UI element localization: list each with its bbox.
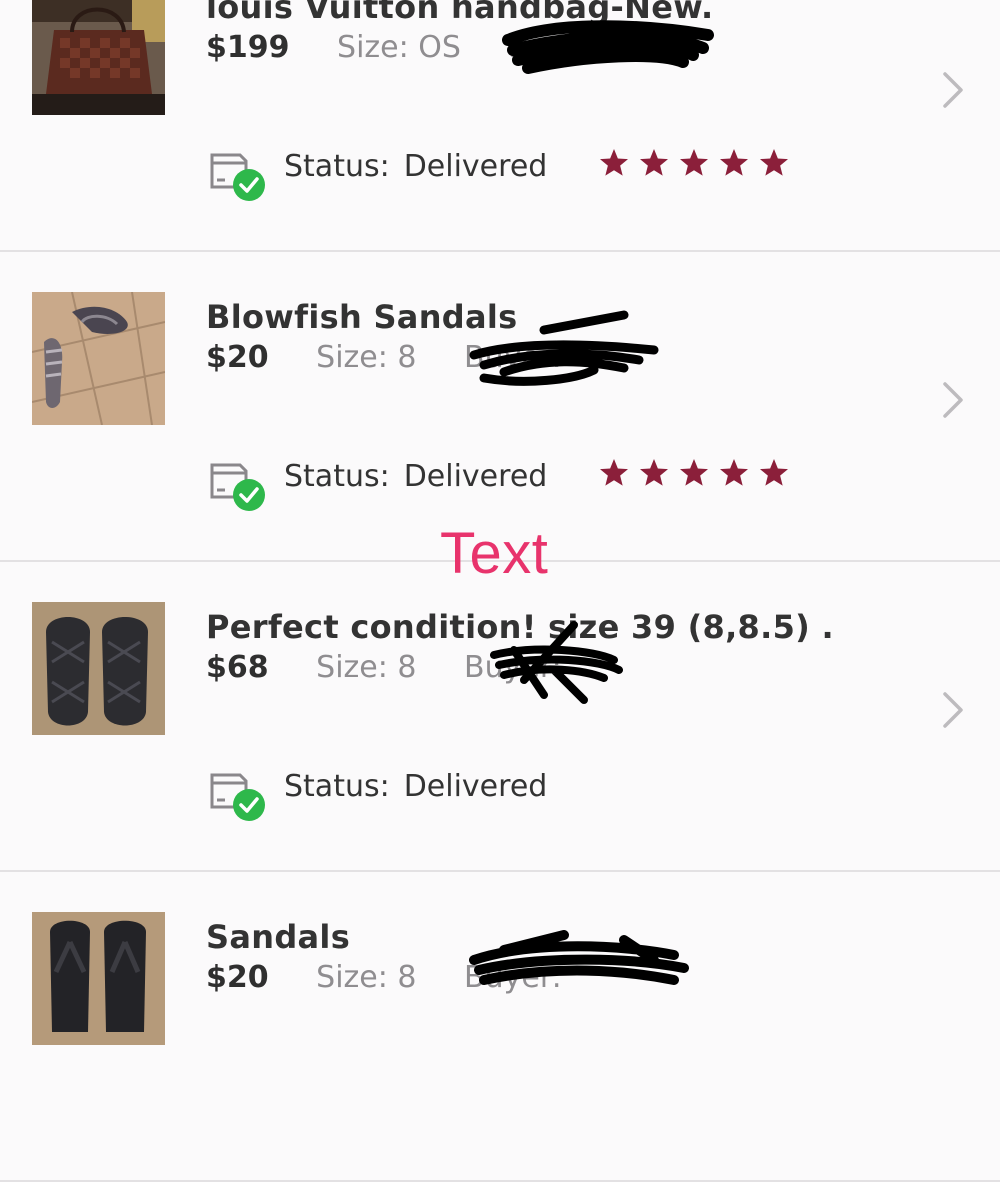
list-item[interactable]: Blowfish Sandals $20 Size: 8 Buyer: Stat… bbox=[0, 252, 1000, 562]
item-meta: $199 Size: OS Buyer: bbox=[206, 20, 715, 74]
status-text: Status: Delivered bbox=[284, 769, 547, 804]
star-icon bbox=[720, 149, 748, 176]
chevron-right-icon[interactable] bbox=[935, 378, 971, 422]
star-icon bbox=[600, 149, 628, 176]
buyer-label: Buyer: bbox=[464, 340, 562, 375]
item-title: Sandals bbox=[206, 918, 351, 956]
chevron-right-icon[interactable] bbox=[935, 68, 971, 112]
delivered-box-icon bbox=[210, 153, 265, 201]
status-label: Status: bbox=[284, 769, 390, 804]
status-label: Status: bbox=[284, 149, 390, 184]
item-buyer: Buyer: bbox=[464, 310, 659, 386]
star-icon bbox=[600, 459, 628, 486]
status-value: Delivered bbox=[403, 149, 548, 184]
item-price: $20 bbox=[206, 340, 269, 375]
list-item[interactable]: Perfect condition! size 39 (8,8.5) . $68… bbox=[0, 562, 1000, 872]
item-size: Size: OS bbox=[337, 30, 461, 65]
item-price: $20 bbox=[206, 960, 269, 995]
item-thumbnail bbox=[32, 0, 165, 115]
item-title: louis Vuitton handbag-New. bbox=[206, 0, 714, 26]
item-thumbnail bbox=[32, 292, 165, 425]
status-value: Delivered bbox=[403, 769, 548, 804]
star-icon bbox=[760, 459, 788, 486]
item-size: Size: 8 bbox=[316, 650, 417, 685]
item-meta: $68 Size: 8 Buyer: bbox=[206, 621, 624, 704]
item-thumbnail bbox=[32, 912, 165, 1045]
star-icon bbox=[640, 149, 668, 176]
star-icon bbox=[680, 459, 708, 486]
buyer-label: Buyer: bbox=[464, 960, 562, 995]
sold-items-list: louis Vuitton handbag-New. $199 Size: OS… bbox=[0, 0, 1000, 1182]
item-buyer: Buyer: bbox=[464, 930, 690, 995]
star-icon bbox=[640, 459, 668, 486]
status-text: Status: Delivered bbox=[284, 459, 547, 494]
item-title: Perfect condition! size 39 (8,8.5) . bbox=[206, 608, 834, 646]
item-meta: $20 Size: 8 Buyer: bbox=[206, 930, 690, 995]
item-buyer: Buyer: bbox=[502, 20, 715, 74]
item-size: Size: 8 bbox=[316, 960, 417, 995]
rating-stars bbox=[598, 457, 790, 489]
item-size: Size: 8 bbox=[316, 340, 417, 375]
list-item[interactable]: Sandals $20 Size: 8 Buyer: bbox=[0, 872, 1000, 1182]
buyer-label: Buyer: bbox=[464, 650, 562, 685]
item-thumbnail bbox=[32, 602, 165, 735]
status-value: Delivered bbox=[403, 459, 548, 494]
status-text: Status: Delivered bbox=[284, 149, 547, 184]
star-icon bbox=[760, 149, 788, 176]
star-icon bbox=[720, 459, 748, 486]
item-buyer: Buyer: bbox=[464, 621, 624, 704]
item-price: $199 bbox=[206, 30, 290, 65]
item-meta: $20 Size: 8 Buyer: bbox=[206, 310, 659, 386]
item-title: Blowfish Sandals bbox=[206, 298, 518, 336]
overlay-text-annotation: Text bbox=[440, 521, 549, 586]
rating-stars bbox=[598, 147, 790, 179]
item-price: $68 bbox=[206, 650, 269, 685]
chevron-right-icon[interactable] bbox=[935, 688, 971, 732]
status-label: Status: bbox=[284, 459, 390, 494]
list-item[interactable]: louis Vuitton handbag-New. $199 Size: OS… bbox=[0, 0, 1000, 252]
buyer-label: Buyer: bbox=[508, 30, 607, 65]
star-icon bbox=[680, 149, 708, 176]
delivered-box-icon bbox=[210, 773, 265, 821]
delivered-box-icon bbox=[210, 463, 265, 511]
